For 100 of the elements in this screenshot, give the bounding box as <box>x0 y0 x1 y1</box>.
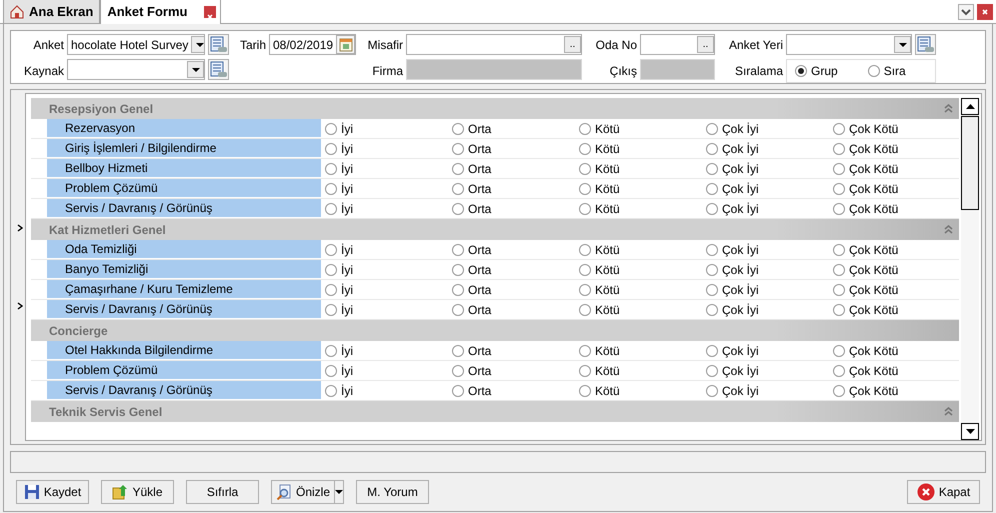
radio-option[interactable]: Çok İyi <box>706 180 759 198</box>
radio-option[interactable]: Orta <box>452 240 492 258</box>
radio-option[interactable]: Çok İyi <box>706 120 759 138</box>
radio-option[interactable]: Kötü <box>579 342 620 360</box>
radio-option[interactable]: Orta <box>452 140 492 158</box>
question-label: Giriş İşlemleri / Bilgilendirme <box>47 139 321 158</box>
radio-option[interactable]: Çok İyi <box>706 300 759 318</box>
radio-option[interactable]: Çok Kötü <box>833 180 898 198</box>
radio-option[interactable]: Kötü <box>579 180 620 198</box>
radio-option[interactable]: Sıra <box>868 62 906 80</box>
date-field[interactable]: 08/02/2019 <box>269 34 356 55</box>
dropdown-caret-icon[interactable] <box>894 36 911 53</box>
close-button[interactable]: Kapat <box>907 480 980 504</box>
radio-option[interactable]: Çok İyi <box>706 140 759 158</box>
radio-option[interactable]: Çok Kötü <box>833 362 898 380</box>
radio-option[interactable]: Kötü <box>579 160 620 178</box>
radio-option[interactable]: Orta <box>452 260 492 278</box>
home-icon <box>10 4 24 18</box>
action-button[interactable]: Yükle <box>101 480 174 504</box>
radio-option[interactable]: Çok İyi <box>706 362 759 380</box>
split-button[interactable]: Önizle <box>271 480 344 504</box>
collapse-icon <box>944 104 953 113</box>
radio-option[interactable]: İyi <box>325 200 353 218</box>
list-lookup-icon[interactable] <box>208 34 229 55</box>
radio-option[interactable]: Orta <box>452 280 492 298</box>
folder-arrow-icon <box>112 484 128 500</box>
radio-option[interactable]: Kötü <box>579 280 620 298</box>
radio-option[interactable]: Kötü <box>579 300 620 318</box>
ellipsis-button[interactable]: .. <box>697 36 714 53</box>
radio-option[interactable]: Orta <box>452 300 492 318</box>
readonly-field[interactable] <box>640 59 715 80</box>
radio-option[interactable]: Kötü <box>579 120 620 138</box>
radio-option[interactable]: Kötü <box>579 260 620 278</box>
field-label: Misafir <box>366 36 403 54</box>
lookup-field[interactable]: .. <box>406 34 582 55</box>
question-label: Problem Çözümü <box>47 179 321 198</box>
radio-option[interactable]: Çok Kötü <box>833 200 898 218</box>
radio-option[interactable]: İyi <box>325 342 353 360</box>
tab[interactable]: Ana Ekran <box>3 0 100 23</box>
radio-option[interactable]: Çok Kötü <box>833 240 898 258</box>
ellipsis-button[interactable]: .. <box>564 36 581 53</box>
dropdown-caret-icon[interactable] <box>187 61 204 78</box>
radio-option[interactable]: Çok İyi <box>706 240 759 258</box>
close-icon[interactable] <box>977 4 993 20</box>
radio-option[interactable]: Orta <box>452 180 492 198</box>
calendar-icon[interactable] <box>336 35 355 54</box>
radio-option[interactable]: Çok İyi <box>706 342 759 360</box>
radio-option[interactable]: İyi <box>325 180 353 198</box>
radio-option[interactable]: Çok Kötü <box>833 140 898 158</box>
radio-option[interactable]: Çok Kötü <box>833 260 898 278</box>
radio-option[interactable]: İyi <box>325 260 353 278</box>
radio-option[interactable]: Çok İyi <box>706 160 759 178</box>
lookup-field[interactable]: .. <box>640 34 715 55</box>
scrollbar-thumb[interactable] <box>961 116 979 210</box>
radio-option[interactable]: Kötü <box>579 362 620 380</box>
radio-option[interactable]: Orta <box>452 160 492 178</box>
radio-option[interactable]: Orta <box>452 120 492 138</box>
radio-option[interactable]: Kötü <box>579 140 620 158</box>
radio-option[interactable]: İyi <box>325 240 353 258</box>
scroll-down-button[interactable] <box>961 423 979 440</box>
combo-box[interactable]: hocolate Hotel Survey <box>67 34 205 55</box>
action-button[interactable]: M. Yorum <box>356 480 429 504</box>
radio-option[interactable]: Çok Kötü <box>833 342 898 360</box>
radio-option[interactable]: İyi <box>325 280 353 298</box>
radio-option[interactable]: Kötü <box>579 240 620 258</box>
radio-option[interactable]: Çok Kötü <box>833 120 898 138</box>
radio-option[interactable]: Orta <box>452 362 492 380</box>
radio-option[interactable]: Çok İyi <box>706 260 759 278</box>
action-button[interactable]: Kaydet <box>16 480 89 504</box>
radio-option[interactable]: İyi <box>325 362 353 380</box>
radio-option[interactable]: Çok Kötü <box>833 280 898 298</box>
radio-option[interactable]: Orta <box>452 200 492 218</box>
radio-option[interactable]: Çok Kötü <box>833 300 898 318</box>
radio-option[interactable]: Kötü <box>579 382 620 400</box>
radio-option[interactable]: Çok İyi <box>706 382 759 400</box>
radio-option[interactable]: İyi <box>325 140 353 158</box>
radio-option[interactable]: Çok İyi <box>706 200 759 218</box>
radio-option[interactable]: Orta <box>452 382 492 400</box>
radio-option[interactable]: İyi <box>325 300 353 318</box>
radio-option[interactable]: İyi <box>325 160 353 178</box>
radio-option[interactable]: Orta <box>452 342 492 360</box>
list-lookup-icon[interactable] <box>208 59 229 80</box>
dropdown-caret-icon[interactable] <box>191 36 204 53</box>
action-button[interactable]: Sıfırla <box>186 480 259 504</box>
up-arrow-icon <box>966 104 974 109</box>
down-arrow-icon <box>966 429 974 434</box>
radio-option[interactable]: İyi <box>325 120 353 138</box>
scroll-up-button[interactable] <box>961 98 979 115</box>
readonly-field[interactable] <box>406 59 582 80</box>
radio-option[interactable]: İyi <box>325 382 353 400</box>
radio-option[interactable]: Çok Kötü <box>833 160 898 178</box>
radio-option[interactable]: Çok Kötü <box>833 382 898 400</box>
chevron-down-icon[interactable] <box>958 4 974 20</box>
radio-option[interactable]: Kötü <box>579 200 620 218</box>
radio-option[interactable]: Çok İyi <box>706 280 759 298</box>
tab[interactable]: Anket Formu <box>100 0 222 24</box>
list-lookup-icon[interactable] <box>915 34 936 55</box>
question-label: Çamaşırhane / Kuru Temizleme <box>47 280 321 299</box>
close-icon[interactable] <box>204 6 216 18</box>
radio-option[interactable]: Grup <box>795 62 838 80</box>
